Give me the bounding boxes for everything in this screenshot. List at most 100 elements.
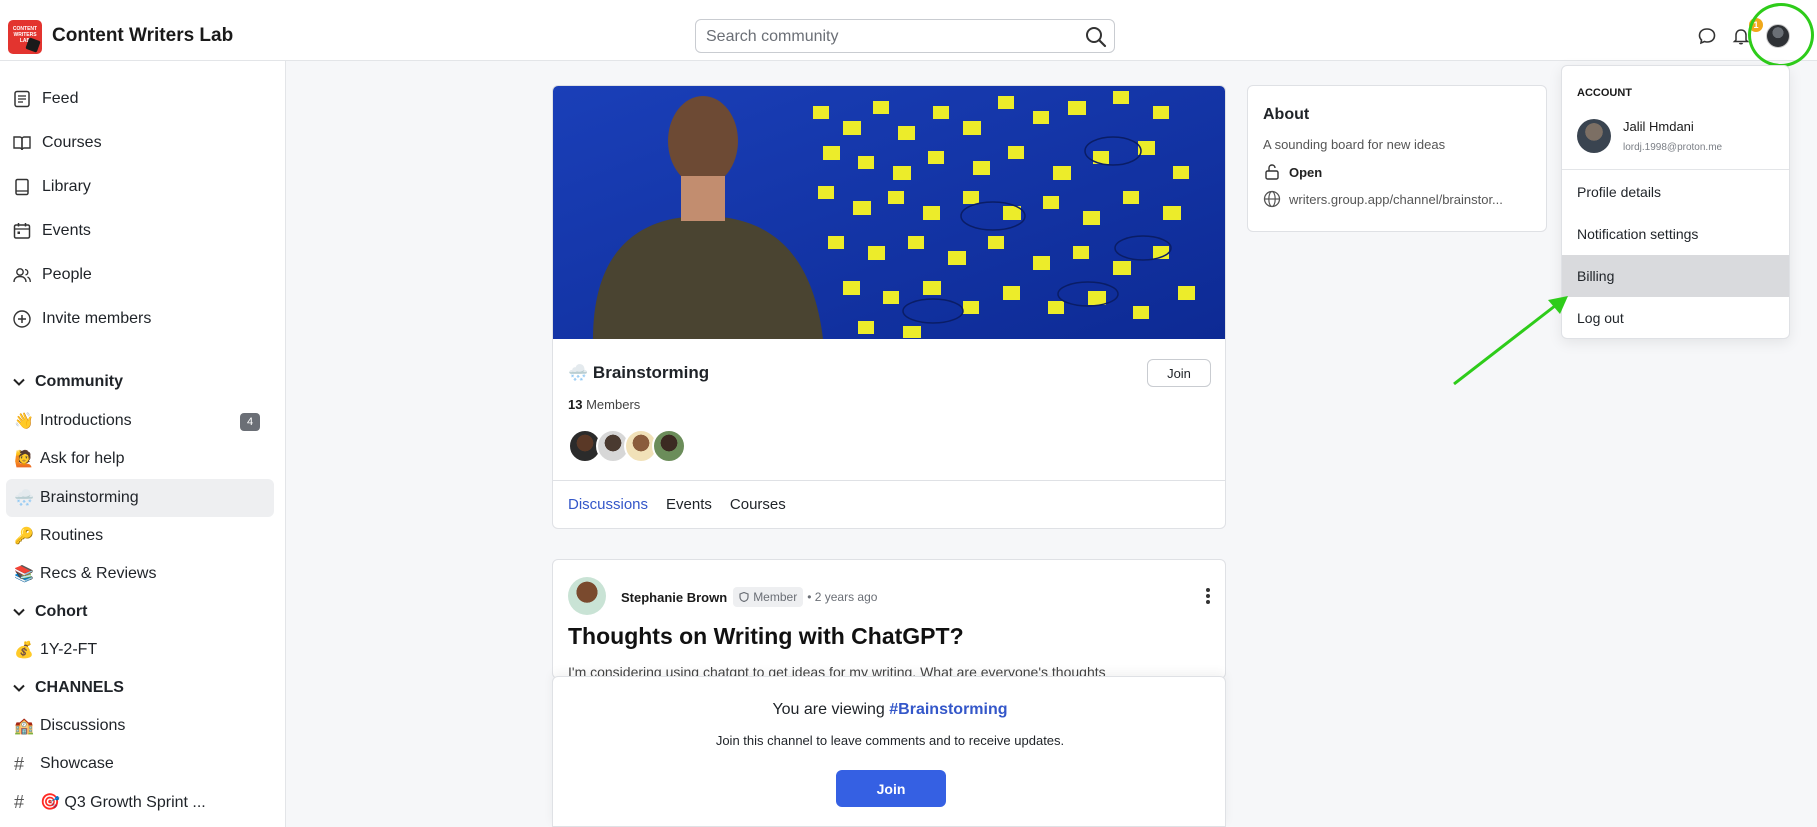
avatar <box>1577 119 1611 153</box>
search-box[interactable] <box>695 19 1115 53</box>
calendar-icon <box>13 223 31 239</box>
channel-introductions[interactable]: 👋 Introductions 4 <box>0 402 286 440</box>
school-icon: 🏫 <box>14 718 34 735</box>
tab-events[interactable]: Events <box>666 481 712 528</box>
section-community-toggle[interactable]: Community <box>0 367 286 397</box>
top-bar: CONTENT WRITERS LAB Content Writers Lab … <box>0 0 1817 67</box>
visibility-row: Open <box>1263 163 1322 181</box>
section-cohort-toggle[interactable]: Cohort <box>0 597 286 627</box>
channel-url-row[interactable]: writers.group.app/channel/brainstor... <box>1263 190 1503 208</box>
about-description: A sounding board for new ideas <box>1263 137 1446 152</box>
channel-q3-growth-sprint[interactable]: # 🎯 Q3 Growth Sprint ... <box>0 783 286 821</box>
tab-discussions[interactable]: Discussions <box>568 481 648 528</box>
channel-label: Showcase <box>40 755 114 772</box>
chat-icon[interactable] <box>1697 26 1717 46</box>
annotation-arrow <box>1453 296 1568 386</box>
menu-item-billing[interactable]: Billing <box>1562 255 1789 297</box>
about-card: About A sounding board for new ideas Ope… <box>1247 85 1547 232</box>
post-meta: Stephanie Brown Member • 2 years ago <box>621 587 877 607</box>
unread-badge: 4 <box>240 413 260 431</box>
raising-hand-icon: 🙋 <box>14 451 34 468</box>
account-name: Jalil Hmdani <box>1623 119 1694 134</box>
member-avatars[interactable] <box>568 429 686 463</box>
join-button[interactable]: Join <box>836 770 946 807</box>
sidebar-item-label: Invite members <box>42 310 152 327</box>
channel-routines[interactable]: 🔑 Routines <box>0 517 286 555</box>
sidebar-item-courses[interactable]: Courses <box>0 125 286 161</box>
cloud-snow-icon: 🌨️ <box>568 365 588 382</box>
account-email: lordj.1998@proton.me <box>1623 142 1723 153</box>
sidebar-item-events[interactable]: Events <box>0 213 286 249</box>
join-channel-button[interactable]: Join <box>1147 359 1211 387</box>
divider <box>1562 169 1789 170</box>
app-title[interactable]: Content Writers Lab <box>52 25 233 47</box>
logo-mark <box>25 37 41 53</box>
menu-item-notification-settings[interactable]: Notification settings <box>1562 213 1789 255</box>
section-title: Community <box>35 373 123 390</box>
book-open-icon <box>13 136 31 151</box>
post-card[interactable]: Stephanie Brown Member • 2 years ago Tho… <box>552 559 1226 679</box>
sidebar-item-label: Courses <box>42 134 102 151</box>
section-channels-toggle[interactable]: CHANNELS <box>0 673 286 703</box>
sidebar-item-invite-members[interactable]: Invite members <box>0 301 286 337</box>
post-author[interactable]: Stephanie Brown <box>621 590 727 605</box>
sidebar-item-label: Feed <box>42 90 79 107</box>
account-header: ACCOUNT <box>1577 87 1632 99</box>
visibility-label: Open <box>1289 164 1323 180</box>
viewing-channel: #Brainstorming <box>889 701 1008 718</box>
member-count[interactable]: 13 Members <box>568 397 640 412</box>
menu-item-profile-details[interactable]: Profile details <box>1562 171 1789 213</box>
globe-icon <box>1263 190 1281 208</box>
wave-icon: 👋 <box>14 413 34 430</box>
search-input[interactable] <box>706 26 1066 48</box>
channel-label: Ask for help <box>40 450 125 467</box>
sidebar-item-library[interactable]: Library <box>0 169 286 205</box>
channel-ask-for-help[interactable]: 🙋 Ask for help <box>0 440 286 478</box>
channel-header-card: 🌨️ Brainstorming Join 13 Members Discuss… <box>552 85 1226 529</box>
key-icon: 🔑 <box>14 528 34 545</box>
people-icon <box>13 268 31 283</box>
channel-label: Recs & Reviews <box>40 565 157 582</box>
channel-label: Discussions <box>40 717 126 734</box>
sidebar-item-label: People <box>42 266 92 283</box>
channel-label: Brainstorming <box>40 489 139 506</box>
search-icon[interactable] <box>1084 25 1108 49</box>
feed-icon <box>14 90 30 108</box>
post-title[interactable]: Thoughts on Writing with ChatGPT? <box>568 623 964 650</box>
channel-discussions[interactable]: 🏫 Discussions <box>0 707 286 745</box>
annotation-circle <box>1748 3 1814 67</box>
channel-showcase[interactable]: # Showcase <box>0 745 286 783</box>
avatar[interactable] <box>568 577 606 615</box>
channel-banner-image <box>553 86 1225 339</box>
hash-icon: # <box>14 791 25 812</box>
chevron-down-icon <box>13 608 25 616</box>
sidebar-item-label: Library <box>42 178 91 195</box>
channel-brainstorming[interactable]: 🌨️ Brainstorming <box>6 479 274 517</box>
channel-1y-2-ft[interactable]: 💰 1Y-2-FT <box>0 631 286 669</box>
viewing-notice: You are viewing #Brainstorming <box>553 701 1227 719</box>
shield-icon <box>739 592 749 602</box>
tab-courses[interactable]: Courses <box>730 481 786 528</box>
more-options-icon[interactable] <box>1205 587 1211 605</box>
hash-icon: # <box>14 753 25 774</box>
sidebar-item-people[interactable]: People <box>0 257 286 293</box>
member-count-number: 13 <box>568 397 583 412</box>
book-icon <box>15 178 29 196</box>
section-title: Cohort <box>35 603 88 620</box>
join-hint: Join this channel to leave comments and … <box>715 733 1065 748</box>
money-bag-icon: 💰 <box>14 642 34 659</box>
sidebar-item-feed[interactable]: Feed <box>0 81 286 117</box>
plus-circle-icon <box>13 310 31 328</box>
section-title: CHANNELS <box>35 679 124 696</box>
channel-name: Brainstorming <box>592 363 710 382</box>
open-lock-icon <box>1265 164 1279 180</box>
channel-tabs: Discussions Events Courses <box>553 480 1225 528</box>
community-logo[interactable]: CONTENT WRITERS LAB <box>8 20 42 54</box>
channel-recs-reviews[interactable]: 📚 Recs & Reviews <box>0 555 286 593</box>
books-icon: 📚 <box>14 566 34 583</box>
post-timestamp: • 2 years ago <box>807 590 878 604</box>
menu-item-log-out[interactable]: Log out <box>1562 297 1789 338</box>
avatar[interactable] <box>652 429 686 463</box>
chevron-down-icon <box>13 684 25 692</box>
join-channel-banner: You are viewing #Brainstorming Join this… <box>552 676 1226 827</box>
